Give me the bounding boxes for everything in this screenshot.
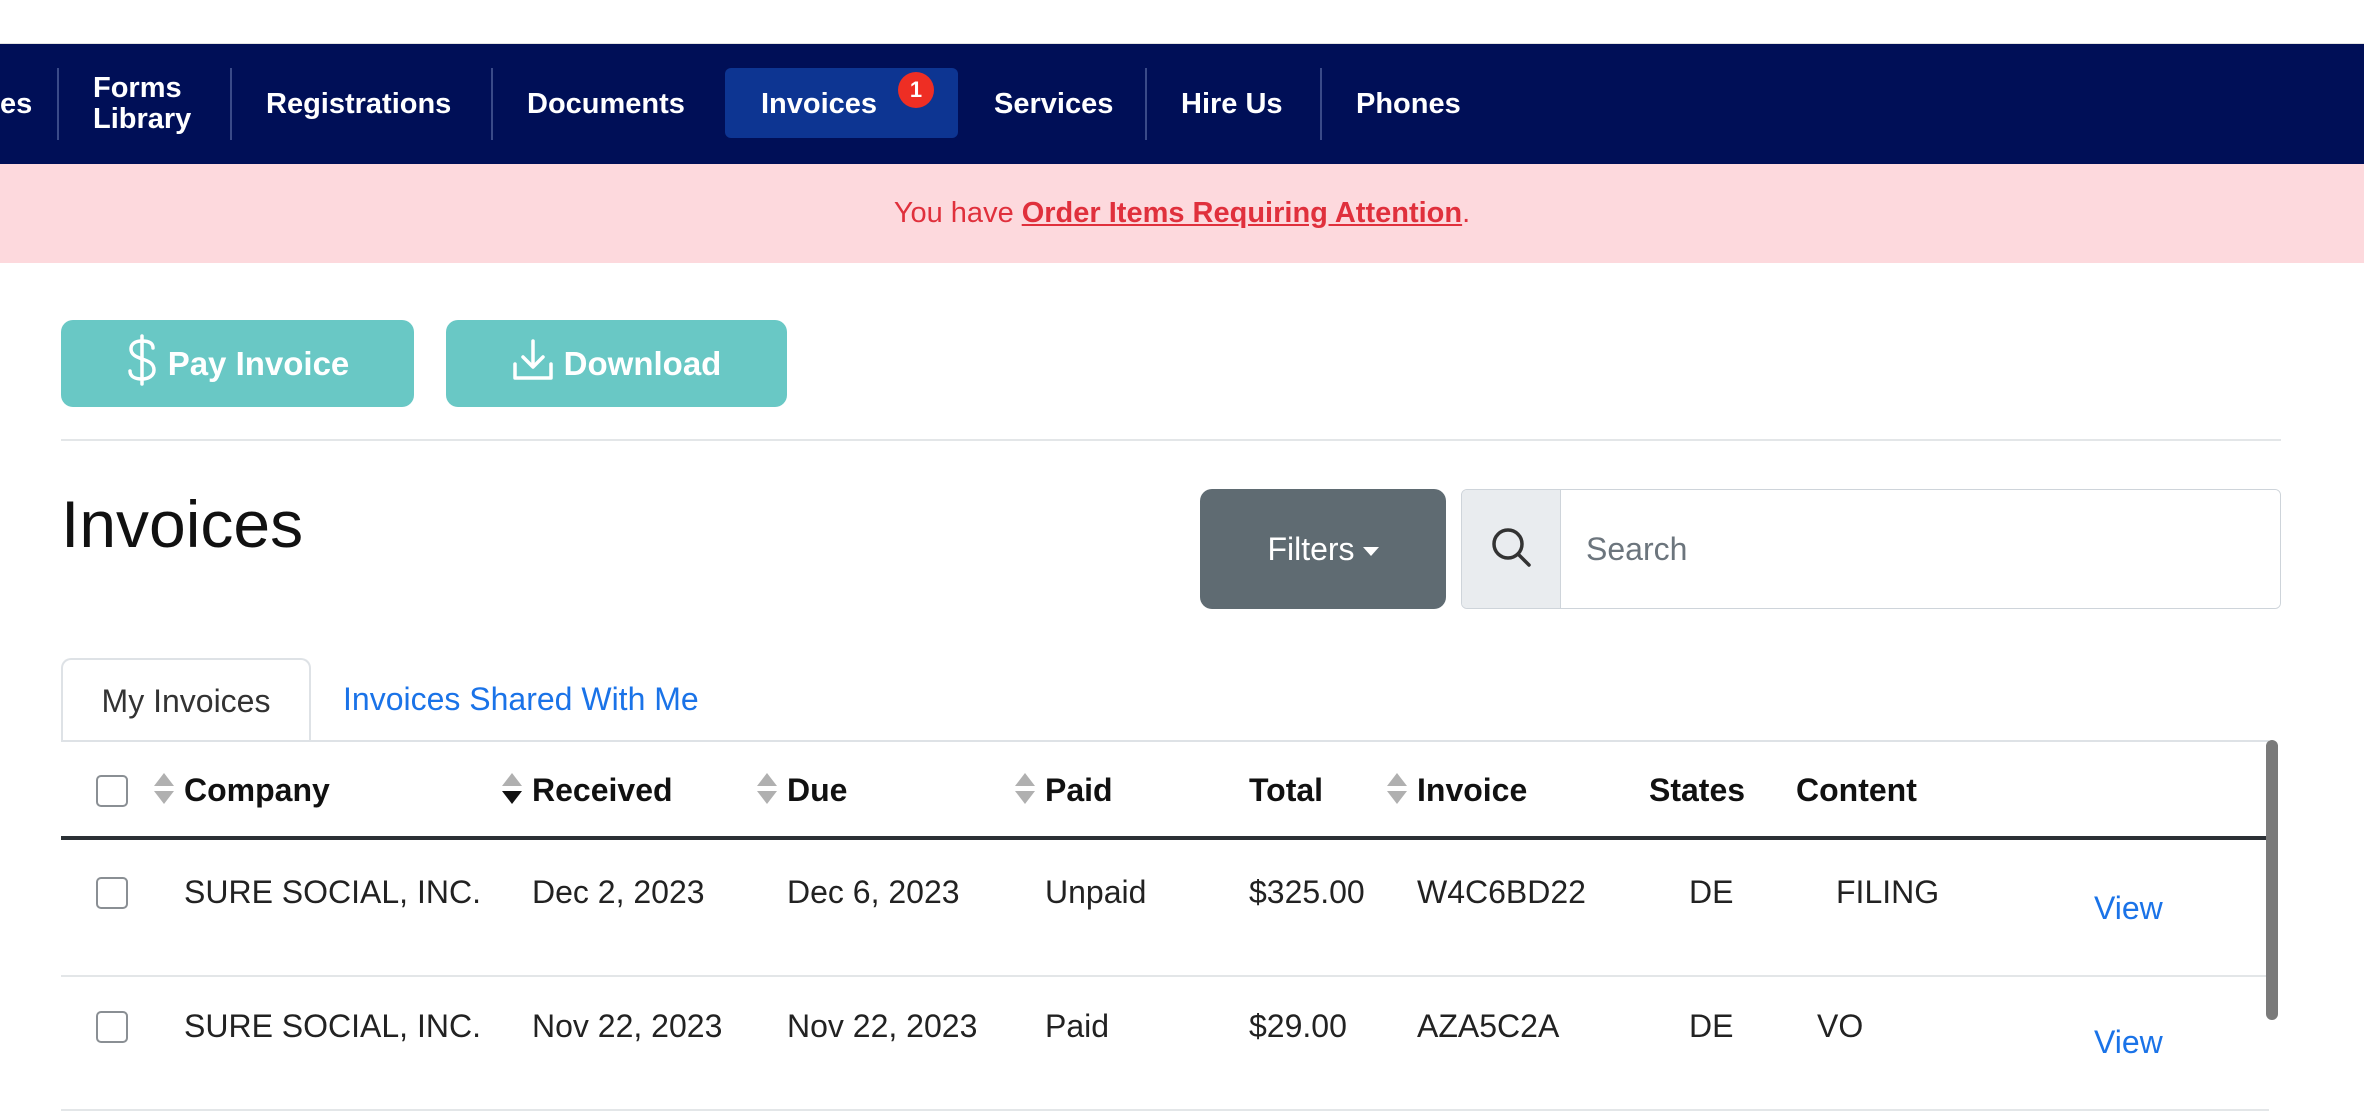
sort-icon	[757, 773, 777, 807]
main-navbar: es Forms Library Registrations Documents…	[0, 44, 2364, 164]
sort-icon	[1387, 773, 1407, 807]
sort-desc-icon	[502, 773, 522, 807]
browser-top-strip	[0, 0, 2364, 44]
page-title: Invoices	[61, 487, 304, 561]
column-header-states: States	[1649, 766, 1745, 814]
tab-label: My Invoices	[101, 682, 271, 719]
pay-invoice-button[interactable]: Pay Invoice	[61, 320, 414, 407]
tabs-underline	[61, 740, 2269, 742]
nav-item-label: Forms Library	[93, 73, 191, 135]
column-header-label: Received	[532, 771, 673, 808]
table-scrollbar[interactable]	[2266, 740, 2278, 1020]
pay-invoice-label: Pay Invoice	[167, 344, 350, 382]
tab-invoices-shared-with-me[interactable]: Invoices Shared With Me	[343, 658, 699, 740]
column-header-total: Total	[1249, 766, 1323, 814]
column-header-received[interactable]: Received	[502, 766, 673, 814]
nav-item-services[interactable]: Services	[994, 44, 1113, 164]
cell-paid-status: Paid	[1045, 1007, 1110, 1044]
cell-states: DE	[1689, 1007, 1734, 1044]
filters-label: Filters	[1267, 530, 1355, 567]
column-header-label: Invoice	[1417, 771, 1528, 808]
row-divider	[61, 1109, 2269, 1111]
search-input[interactable]	[1562, 490, 2280, 608]
table-header-rule	[61, 836, 2269, 840]
nav-item-label: Invoices	[761, 87, 878, 120]
cell-paid-status: Unpaid	[1045, 873, 1147, 910]
nav-divider	[230, 68, 232, 140]
search-icon	[1489, 525, 1533, 574]
nav-divider	[1320, 68, 1322, 140]
nav-divider	[491, 68, 493, 140]
nav-divider	[1145, 68, 1147, 140]
cell-company: SURE SOCIAL, INC.	[184, 873, 481, 910]
column-header-content: Content	[1796, 766, 1917, 814]
sort-icon	[154, 773, 174, 807]
column-header-label: States	[1649, 771, 1746, 808]
cell-due: Nov 22, 2023	[787, 1007, 978, 1044]
column-header-label: Company	[184, 771, 330, 808]
nav-item-invoices[interactable]: Invoices	[761, 44, 877, 164]
caret-down-icon	[1362, 546, 1379, 556]
column-header-label: Due	[787, 771, 848, 808]
column-header-label: Paid	[1045, 771, 1113, 808]
filters-dropdown-button[interactable]: Filters	[1200, 489, 1446, 609]
attention-alert-banner: You have Order Items Requiring Attention…	[0, 164, 2364, 263]
alert-suffix-text: .	[1462, 197, 1471, 229]
nav-item-phones[interactable]: Phones	[1356, 44, 1461, 164]
column-header-company[interactable]: Company	[154, 766, 330, 814]
nav-item-label: Registrations	[266, 87, 452, 120]
cell-total: $325.00	[1249, 873, 1365, 910]
column-header-due[interactable]: Due	[757, 766, 847, 814]
nav-item-forms-library[interactable]: Forms Library	[93, 44, 191, 164]
section-divider	[61, 439, 2281, 441]
nav-item-label-line2: Library	[93, 103, 192, 135]
column-header-label: Total	[1249, 771, 1324, 808]
order-items-attention-link[interactable]: Order Items Requiring Attention	[1022, 197, 1462, 230]
select-all-checkbox[interactable]	[96, 775, 128, 807]
nav-item-registrations[interactable]: Registrations	[266, 44, 451, 164]
cell-states: DE	[1689, 873, 1734, 910]
row-checkbox[interactable]	[96, 877, 128, 909]
cell-due: Dec 6, 2023	[787, 873, 960, 910]
row-checkbox[interactable]	[96, 1011, 128, 1043]
invoices-count-badge: 1	[898, 72, 934, 108]
nav-item-label: Phones	[1356, 87, 1461, 120]
column-header-invoice[interactable]: Invoice	[1387, 766, 1527, 814]
download-icon	[512, 338, 554, 390]
nav-item-documents[interactable]: Documents	[527, 44, 685, 164]
nav-item-hire-us[interactable]: Hire Us	[1181, 44, 1283, 164]
row-divider	[61, 975, 2269, 977]
cell-invoice-number: W4C6BD22	[1417, 873, 1586, 910]
nav-item-label: Hire Us	[1181, 87, 1283, 120]
view-invoice-link[interactable]: View	[2094, 890, 2163, 927]
nav-item-label: Services	[994, 87, 1114, 120]
download-button[interactable]: Download	[446, 320, 787, 407]
column-header-label: Content	[1796, 771, 1917, 808]
cell-total: $29.00	[1249, 1007, 1347, 1044]
nav-divider	[57, 68, 59, 140]
nav-item-label-line1: Forms	[93, 72, 182, 104]
nav-item-truncated[interactable]: es	[0, 44, 32, 164]
cell-company: SURE SOCIAL, INC.	[184, 1007, 481, 1044]
nav-item-label: es	[0, 87, 33, 120]
cell-content: VO	[1817, 1007, 1864, 1044]
dollar-icon	[126, 333, 158, 394]
cell-invoice-number: AZA5C2A	[1417, 1007, 1560, 1044]
sort-icon	[1015, 773, 1035, 807]
download-label: Download	[563, 344, 722, 382]
cell-received: Nov 22, 2023	[532, 1007, 723, 1044]
search-group	[1461, 489, 2281, 609]
cell-received: Dec 2, 2023	[532, 873, 705, 910]
search-icon-addon	[1462, 490, 1561, 608]
cell-content: FILING	[1836, 873, 1940, 910]
alert-prefix-text: You have	[893, 197, 1014, 229]
column-header-paid[interactable]: Paid	[1015, 766, 1113, 814]
view-invoice-link[interactable]: View	[2094, 1024, 2163, 1061]
tab-label: Invoices Shared With Me	[343, 680, 699, 717]
nav-item-label: Documents	[527, 87, 685, 120]
tab-my-invoices[interactable]: My Invoices	[61, 658, 311, 742]
